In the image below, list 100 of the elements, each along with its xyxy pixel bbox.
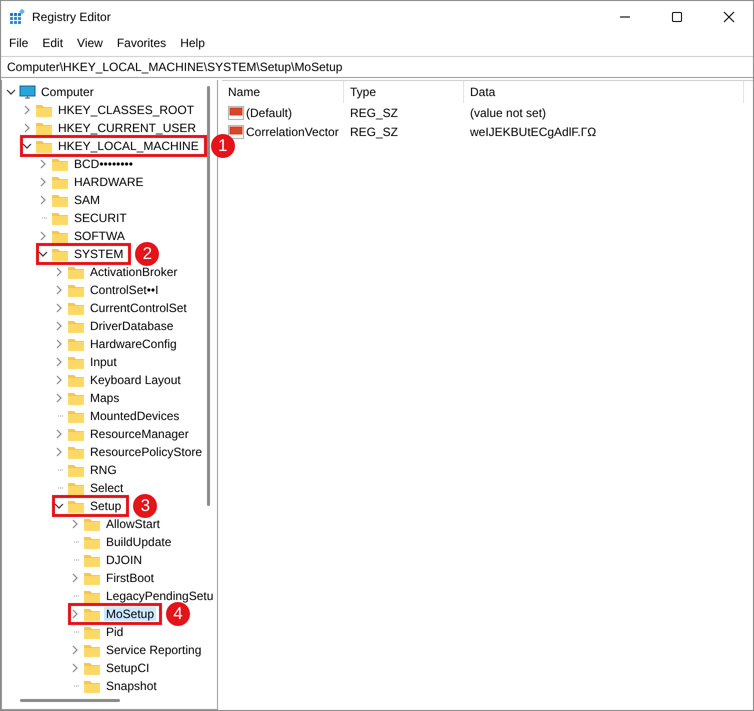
- chevron-down-icon[interactable]: [38, 249, 48, 259]
- chevron-right-icon[interactable]: [54, 429, 64, 439]
- folder-icon: [67, 300, 85, 316]
- tree-item[interactable]: LegacyPendingSetu: [104, 589, 216, 603]
- chevron-right-icon[interactable]: [70, 645, 80, 655]
- folder-icon: [35, 102, 53, 118]
- tree-item[interactable]: ResourcePolicyStore: [88, 445, 204, 459]
- tree-item[interactable]: SAM: [72, 193, 102, 207]
- chevron-right-icon[interactable]: [38, 159, 48, 169]
- column-header[interactable]: Name: [222, 81, 344, 103]
- tree-item[interactable]: Select: [88, 481, 126, 495]
- tree-item[interactable]: Computer: [39, 85, 96, 99]
- folder-icon: [67, 408, 85, 424]
- tree-item[interactable]: HardwareConfig: [88, 337, 179, 351]
- chevron-down-icon[interactable]: [22, 141, 32, 151]
- folder-icon: [83, 642, 101, 658]
- folder-icon: [51, 246, 69, 262]
- tree-item[interactable]: FirstBoot: [104, 571, 156, 585]
- chevron-right-icon[interactable]: [54, 357, 64, 367]
- tree-item[interactable]: Keyboard Layout: [88, 373, 183, 387]
- folder-icon: [67, 264, 85, 280]
- chevron-right-icon[interactable]: [54, 267, 64, 277]
- tree-item[interactable]: BuildUpdate: [104, 535, 174, 549]
- menu-item[interactable]: Help: [180, 36, 205, 50]
- monitor-icon: [19, 84, 36, 100]
- menu-item[interactable]: Favorites: [116, 36, 166, 50]
- chevron-right-icon[interactable]: [38, 195, 48, 205]
- chevron-right-icon[interactable]: [70, 519, 80, 529]
- menu-item[interactable]: Edit: [42, 36, 64, 50]
- menu-item[interactable]: View: [77, 36, 103, 50]
- table-cell-text: REG_SZ: [349, 106, 400, 120]
- tree-item[interactable]: AllowStart: [104, 517, 162, 531]
- folder-icon: [67, 318, 85, 334]
- callout-number: 3: [133, 494, 158, 518]
- tree-item[interactable]: MountedDevices: [88, 409, 182, 423]
- chevron-right-icon[interactable]: [38, 177, 48, 187]
- chevron-right-icon[interactable]: [38, 231, 48, 241]
- menu-item[interactable]: File: [9, 36, 28, 50]
- folder-icon: [83, 588, 101, 604]
- callout-number: 4: [166, 602, 190, 626]
- chevron-right-icon[interactable]: [54, 447, 64, 457]
- scrollbar-thumb[interactable]: [207, 86, 210, 506]
- chevron-right-icon[interactable]: [54, 339, 64, 349]
- tree-item[interactable]: HKEY_CURRENT_USER: [56, 121, 198, 135]
- table-cell-text: (value not set): [469, 106, 548, 120]
- chevron-right-icon[interactable]: [54, 285, 64, 295]
- tree-item[interactable]: SECURIT: [72, 211, 129, 225]
- table-cell-text: weIJEKBUtECgAdlF.ГΩ: [469, 124, 598, 138]
- string-value-icon: [228, 124, 244, 138]
- tree-item[interactable]: Input: [88, 355, 119, 369]
- chevron-right-icon[interactable]: [54, 303, 64, 313]
- folder-icon: [67, 498, 85, 514]
- column-header[interactable]: Data: [464, 81, 744, 103]
- address-field[interactable]: Computer\HKEY_LOCAL_MACHINE\SYSTEM\Setup\MoSetup: [1, 56, 753, 78]
- tree-item[interactable]: Snapshot: [104, 679, 159, 693]
- chevron-right-icon[interactable]: [22, 105, 32, 115]
- tree-item[interactable]: ActivationBroker: [88, 265, 180, 279]
- column-header[interactable]: Type: [344, 81, 464, 103]
- folder-icon: [51, 192, 69, 208]
- chevron-right-icon[interactable]: [54, 375, 64, 385]
- tree-item[interactable]: SetupCI: [104, 661, 152, 675]
- close-icon[interactable]: [723, 10, 735, 22]
- tree-item[interactable]: MoSetup: [104, 607, 156, 621]
- chevron-right-icon[interactable]: [70, 573, 80, 583]
- tree-item[interactable]: Service Reporting: [104, 643, 204, 657]
- chevron-right-icon[interactable]: [70, 663, 80, 673]
- tree-item[interactable]: SOFTWA: [72, 229, 127, 243]
- tree-item[interactable]: Maps: [88, 391, 122, 405]
- tree-item[interactable]: DriverDatabase: [88, 319, 176, 333]
- folder-icon: [51, 174, 69, 190]
- chevron-right-icon[interactable]: [54, 393, 64, 403]
- folder-icon: [67, 480, 85, 496]
- tree-item[interactable]: ResourceManager: [88, 427, 191, 441]
- tree-item[interactable]: HKEY_CLASSES_ROOT: [56, 103, 196, 117]
- chevron-right-icon[interactable]: [70, 609, 80, 619]
- folder-icon: [83, 678, 101, 694]
- folder-icon: [67, 444, 85, 460]
- chevron-down-icon[interactable]: [6, 87, 16, 97]
- folder-icon: [83, 660, 101, 676]
- tree-item[interactable]: HKEY_LOCAL_MACHINE: [56, 139, 201, 153]
- tree-item[interactable]: BCD••••••••: [72, 157, 135, 171]
- chevron-right-icon[interactable]: [54, 321, 64, 331]
- tree-item[interactable]: HARDWARE: [72, 175, 146, 189]
- tree-item[interactable]: Pid: [104, 625, 126, 639]
- folder-icon: [67, 390, 85, 406]
- tree-item[interactable]: Setup: [88, 499, 124, 513]
- tree-item[interactable]: ControlSet••I: [88, 283, 160, 297]
- tree-item[interactable]: DJOIN: [104, 553, 144, 567]
- window-title: Registry Editor: [32, 10, 111, 24]
- maximize-icon[interactable]: [671, 10, 683, 22]
- chevron-down-icon[interactable]: [54, 501, 64, 511]
- tree-item[interactable]: SYSTEM: [72, 247, 126, 261]
- chevron-right-icon[interactable]: [22, 123, 32, 133]
- registry-cubes-icon: [9, 8, 25, 24]
- tree-item[interactable]: CurrentControlSet: [88, 301, 189, 315]
- folder-icon: [67, 336, 85, 352]
- scrollbar-thumb[interactable]: [20, 699, 120, 702]
- tree-item[interactable]: RNG: [88, 463, 119, 477]
- string-value-icon: [228, 106, 244, 120]
- folder-icon: [51, 210, 69, 226]
